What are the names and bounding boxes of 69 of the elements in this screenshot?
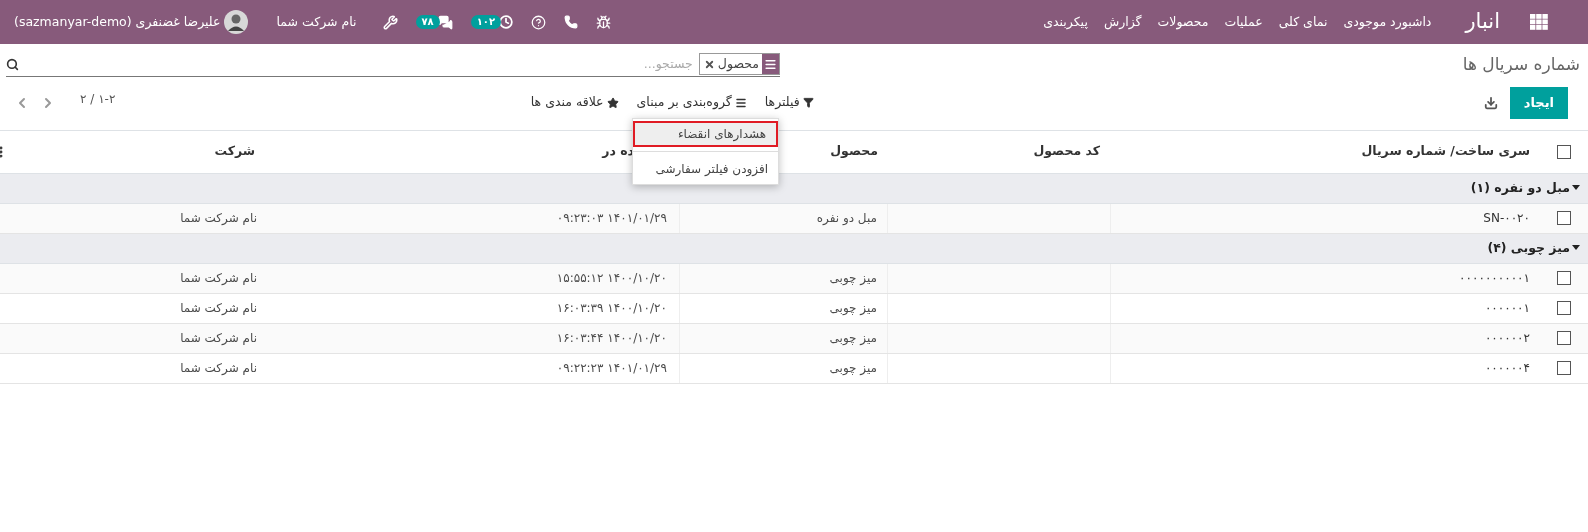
messages-icon[interactable] [437, 14, 453, 30]
table-cell: نام شرکت شما [180, 361, 257, 375]
menu-item[interactable]: عملیات [1216, 12, 1271, 32]
table-cell-text: ۰۰۰۰۰۰۲ [1484, 330, 1530, 347]
facet-icon [764, 57, 777, 71]
column-header[interactable]: سری ساخت/ شماره سریال [1361, 142, 1530, 161]
table-cell-text: ۱۴۰۰/۱۰/۲۰ ۱۶:۰۳:۳۹ [556, 300, 667, 317]
checkbox[interactable] [1557, 211, 1571, 225]
table-cell-text: ۰۰۰۰۰۰۱ [1484, 300, 1530, 317]
filters-button[interactable]: فیلترها [764, 93, 814, 112]
menu-item[interactable]: پیکربندی [1035, 12, 1096, 32]
group-row[interactable]: میز چوبی (۴) [0, 233, 1588, 264]
checkbox[interactable] [1557, 301, 1571, 315]
group-label: میز چوبی (۴) [1487, 238, 1570, 257]
avatar [224, 10, 249, 34]
table-cell-text: ۰۰۰۰۰۰۰۰۰۰۱ [1459, 270, 1530, 287]
pager-value[interactable]: ۱-۲ / ۲ [80, 89, 116, 108]
page-title: شماره سریال ها [1461, 53, 1580, 76]
search-input[interactable]: جستجو... [19, 54, 699, 74]
list-icon [734, 96, 747, 109]
search-field[interactable]: محصول جستجو... [6, 52, 780, 77]
table-cell-text: ۱۴۰۰/۱۰/۲۰ ۱۶:۰۳:۴۴ [556, 330, 667, 347]
bug-icon[interactable] [596, 14, 612, 30]
checkbox[interactable] [1557, 361, 1571, 375]
table-cell-text: میز چوبی [829, 330, 877, 347]
table-cell-text: ۰۰۰۰۰۰۴ [1484, 360, 1530, 377]
clock-icon[interactable] [499, 15, 514, 29]
search-facet[interactable]: محصول [698, 53, 780, 76]
table-cell-text: مبل دو نفره [816, 210, 877, 227]
apps-grid-icon[interactable] [1530, 14, 1548, 30]
column-header[interactable]: محصول [830, 142, 878, 161]
menu-item[interactable]: گزارش [1095, 12, 1150, 32]
app-title[interactable]: انبار [1465, 6, 1500, 38]
column-header[interactable]: کد محصول [1033, 142, 1100, 161]
table-cell-text: میز چوبی [829, 300, 877, 317]
company-switcher[interactable]: نام شرکت شما [276, 12, 357, 32]
help-icon[interactable] [531, 14, 547, 30]
table-cell-text: ۱۴۰۱/۰۱/۲۹ ۰۹:۲۲:۲۳ [556, 360, 667, 377]
favorites-button[interactable]: علاقه مندی ها [530, 93, 619, 112]
tools-icon[interactable] [382, 14, 398, 30]
remove-facet-icon[interactable] [703, 58, 715, 70]
search-icon[interactable] [6, 57, 19, 71]
table-cell-text: میز چوبی [829, 270, 877, 287]
facet-label: محصول [716, 54, 760, 74]
table-cell: نام شرکت شما [180, 271, 257, 285]
table-cell: نام شرکت شما [180, 301, 257, 315]
menu-item[interactable]: داشبورد موجودی [1335, 12, 1440, 32]
checkbox[interactable] [1557, 331, 1571, 345]
table-cell: نام شرکت شما [180, 331, 257, 345]
phone-icon[interactable] [564, 15, 579, 29]
filter-icon [802, 97, 814, 108]
download-icon[interactable] [1483, 95, 1498, 110]
messages-badge: ۷۸ [415, 15, 440, 29]
table-cell-text: میز چوبی [829, 360, 877, 377]
table-cell-text: ۱۴۰۱/۰۱/۲۹ ۰۹:۲۳:۰۳ [556, 210, 667, 227]
star-icon [606, 96, 619, 109]
column-header[interactable]: شرکت [214, 142, 255, 161]
checkbox[interactable] [1557, 271, 1571, 285]
menu-item[interactable]: محصولات [1149, 12, 1217, 32]
dropdown-item[interactable]: هشدارهای انقضاء [633, 121, 778, 147]
table-cell-text: SN-۰۰۲۰ [1483, 210, 1530, 227]
activity-badge: ۱۰۲ [470, 15, 502, 29]
menu-item[interactable]: نمای کلی [1270, 12, 1336, 32]
checkbox[interactable] [1557, 144, 1571, 159]
table-cell: نام شرکت شما [180, 211, 257, 225]
group-label: مبل دو نفره (۱) [1470, 178, 1570, 197]
group-by-button[interactable]: گروه‌بندی بر مبنای [636, 93, 747, 112]
table-cell-text: ۱۴۰۰/۱۰/۲۰ ۱۵:۵۵:۱۲ [556, 270, 667, 287]
user-name[interactable]: علیرضا غضنفری (sazmanyar-demo) [14, 12, 221, 32]
